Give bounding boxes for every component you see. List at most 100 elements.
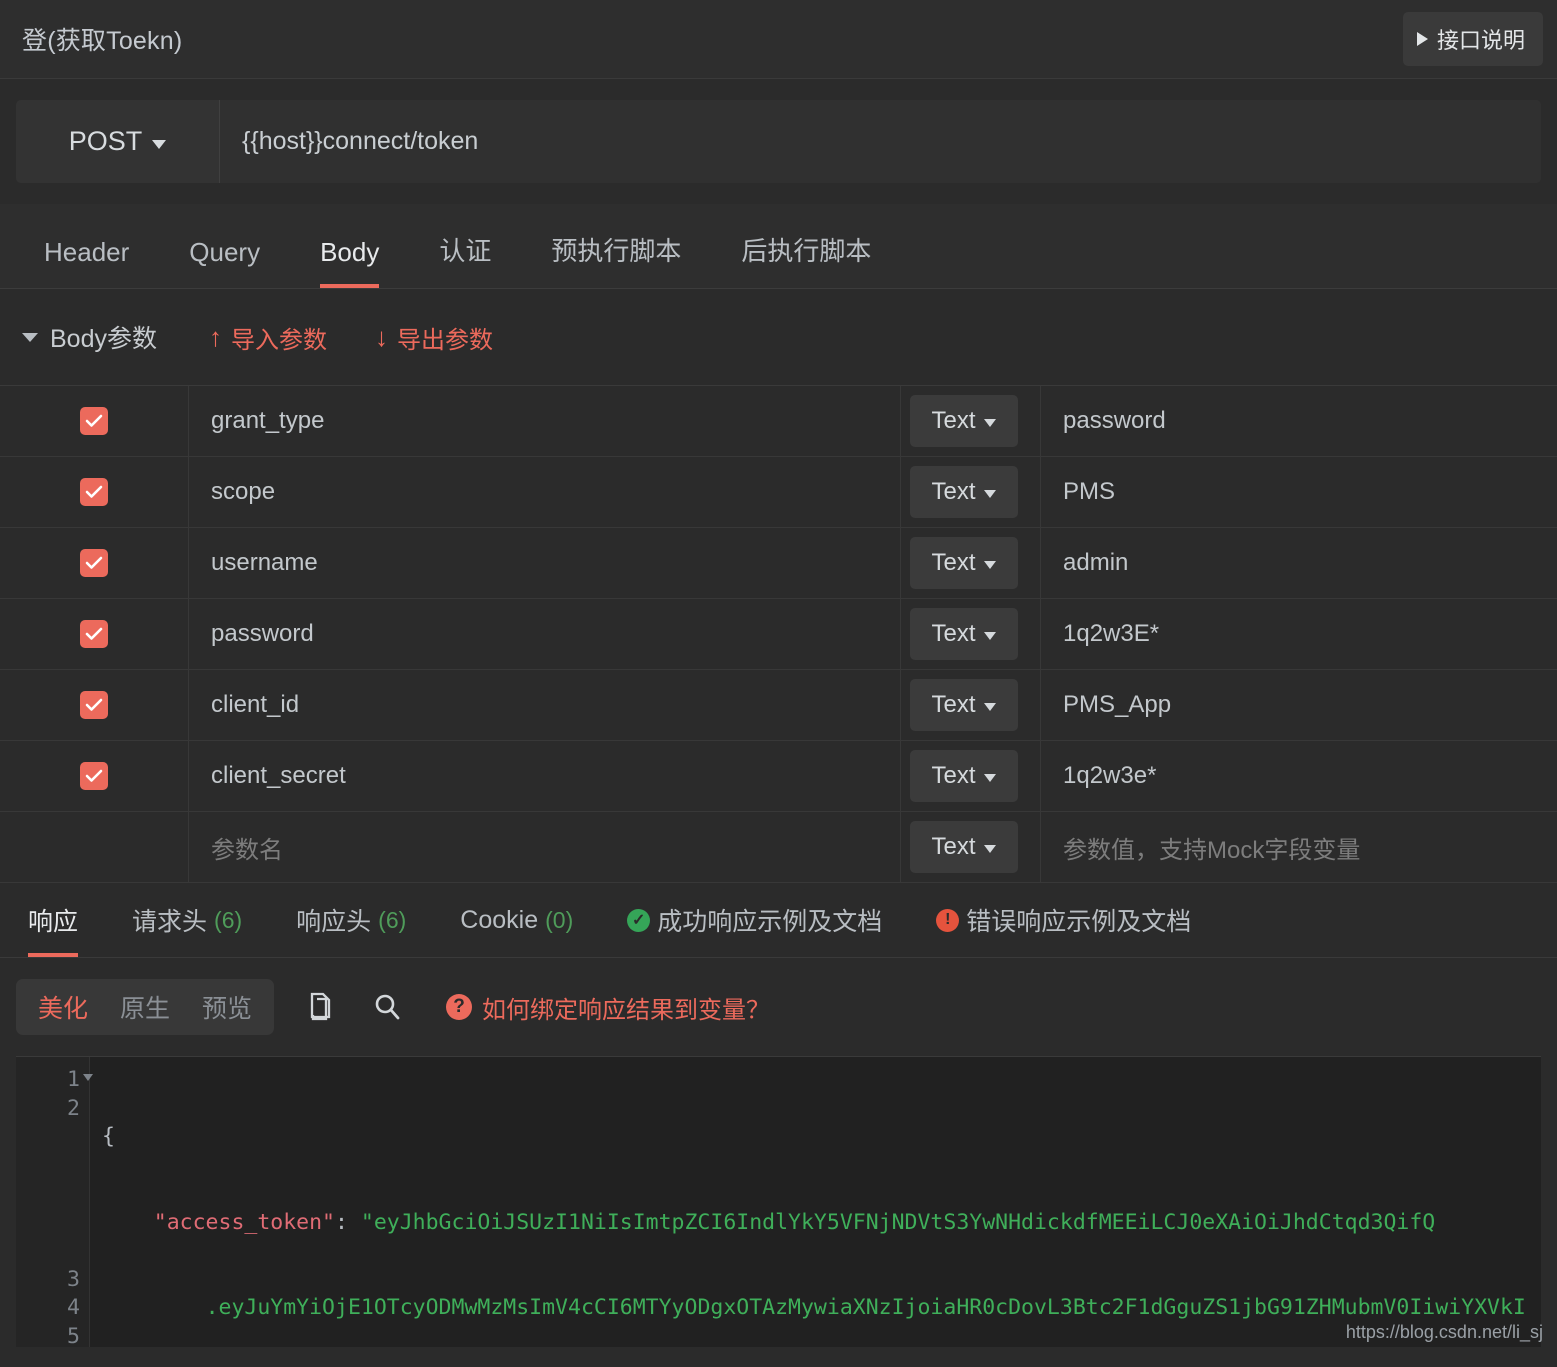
param-type-select[interactable]: Text [910,608,1018,660]
param-name-input[interactable]: scope [189,457,901,527]
tab-cookie[interactable]: Cookie (0) [460,883,573,957]
new-param-value-placeholder: 参数值，支持Mock字段变量 [1063,830,1360,865]
table-row: username Text admin [0,528,1557,599]
param-value-input[interactable]: PMS_App [1040,670,1557,740]
param-value-input[interactable]: 1q2w3e* [1040,741,1557,811]
tab-body[interactable]: Body [320,237,379,288]
line-number: 4 [16,1294,89,1323]
copy-document-icon[interactable] [308,991,338,1023]
param-type-cell: Text [901,599,1040,669]
param-name-input[interactable]: grant_type [189,386,901,456]
bind-response-help-label: 如何绑定响应结果到变量？ [482,990,770,1025]
tab-request-headers[interactable]: 请求头 (6) [132,883,242,957]
param-name-text: client_id [211,691,299,719]
url-input[interactable]: {{host}}connect/token [220,100,1541,183]
play-triangle-icon [1417,32,1428,46]
tab-success-example[interactable]: ✓ 成功响应示例及文档 [627,883,882,957]
export-params-label: 导出参数 [397,320,493,355]
param-value-text: password [1063,407,1166,435]
tab-query[interactable]: Query [189,237,260,288]
check-icon [85,769,103,783]
tab-auth[interactable]: 认证 [439,231,491,288]
new-param-type-select[interactable]: Text [910,821,1018,873]
request-tabs: Header Query Body 认证 预执行脚本 后执行脚本 [0,204,1557,289]
export-params-button[interactable]: ↓ 导出参数 [375,320,493,355]
param-name-text: username [211,549,318,577]
tab-post-script[interactable]: 后执行脚本 [741,231,871,288]
row-enable-cell [0,386,189,456]
body-params-toolbar: Body参数 ↑ 导入参数 ↓ 导出参数 [0,289,1557,386]
param-name-input[interactable]: client_id [189,670,901,740]
row-checkbox[interactable] [80,549,108,577]
editor-code-area: { "access_token": "eyJhbGciOiJSUzI1NiIsI… [90,1057,1541,1347]
param-name-input[interactable]: client_secret [189,741,901,811]
question-mark-icon: ? [446,994,472,1020]
param-value-input[interactable]: admin [1040,528,1557,598]
param-type-label: Text [931,691,975,719]
row-checkbox[interactable] [80,407,108,435]
line-number: 3 [16,1266,89,1295]
param-type-select[interactable]: Text [910,537,1018,589]
table-row: password Text 1q2w3E* [0,599,1557,670]
param-type-select[interactable]: Text [910,750,1018,802]
param-type-select[interactable]: Text [910,466,1018,518]
chevron-down-icon [984,703,996,711]
param-type-label: Text [931,549,975,577]
caret-down-icon[interactable] [22,333,38,342]
param-name-input[interactable]: password [189,599,901,669]
open-brace: { [102,1124,115,1149]
param-value-input[interactable]: PMS [1040,457,1557,527]
chevron-down-icon [152,140,166,149]
param-name-text: grant_type [211,407,324,435]
response-code-editor[interactable]: 1 2 3 4 5 { "access_token": "eyJhbGciOiJ… [16,1056,1541,1347]
param-type-label: Text [931,407,975,435]
row-checkbox[interactable] [80,620,108,648]
view-mode-raw[interactable]: 原生 [104,989,186,1025]
check-icon [85,556,103,570]
param-value-text: 1q2w3E* [1063,620,1159,648]
tab-response-headers-label: 响应头 [296,902,371,938]
table-row: client_id Text PMS_App [0,670,1557,741]
tab-response[interactable]: 响应 [28,883,78,957]
tab-error-example[interactable]: ! 错误响应示例及文档 [936,883,1191,957]
bind-response-help-link[interactable]: ? 如何绑定响应结果到变量？ [446,990,770,1025]
view-mode-preview[interactable]: 预览 [186,989,268,1025]
fold-caret-icon[interactable] [83,1074,93,1081]
row-checkbox[interactable] [80,478,108,506]
param-type-cell: Text [901,741,1040,811]
json-key-access-token: "access_token" [154,1210,335,1235]
tab-request-headers-count: (6) [214,907,242,934]
arrow-up-icon: ↑ [209,324,222,350]
interface-doc-button[interactable]: 接口说明 [1403,12,1543,66]
param-value-input[interactable]: 1q2w3E* [1040,599,1557,669]
row-checkbox[interactable] [80,762,108,790]
line-number-text: 1 [67,1067,80,1092]
line-number [16,1152,89,1181]
chevron-down-icon [984,561,996,569]
new-param-name-input[interactable]: 参数名 [189,812,901,882]
param-type-select[interactable]: Text [910,395,1018,447]
chevron-down-icon [984,845,996,853]
tab-cookie-count: (0) [545,907,573,934]
tab-pre-script[interactable]: 预执行脚本 [551,231,681,288]
import-params-button[interactable]: ↑ 导入参数 [209,320,327,355]
row-checkbox[interactable] [80,691,108,719]
search-icon[interactable] [372,992,402,1022]
tab-header[interactable]: Header [44,237,129,288]
param-name-input[interactable]: username [189,528,901,598]
check-icon [85,698,103,712]
new-param-name-placeholder: 参数名 [211,830,283,865]
param-type-label: Text [931,620,975,648]
param-value-input[interactable]: password [1040,386,1557,456]
param-type-cell: Text [901,670,1040,740]
param-type-select[interactable]: Text [910,679,1018,731]
row-enable-cell [0,528,189,598]
editor-gutter: 1 2 3 4 5 [16,1057,90,1347]
line-number [16,1209,89,1238]
view-mode-beautify[interactable]: 美化 [22,989,104,1025]
new-param-value-input[interactable]: 参数值，支持Mock字段变量 [1040,812,1557,882]
tab-response-headers[interactable]: 响应头 (6) [296,883,406,957]
http-method-select[interactable]: POST [16,100,220,183]
check-icon [85,485,103,499]
code-line-2-wrap-1: .eyJuYmYiOjE1OTcyODMwMzMsImV4cCI6MTYyODg… [102,1294,1541,1323]
